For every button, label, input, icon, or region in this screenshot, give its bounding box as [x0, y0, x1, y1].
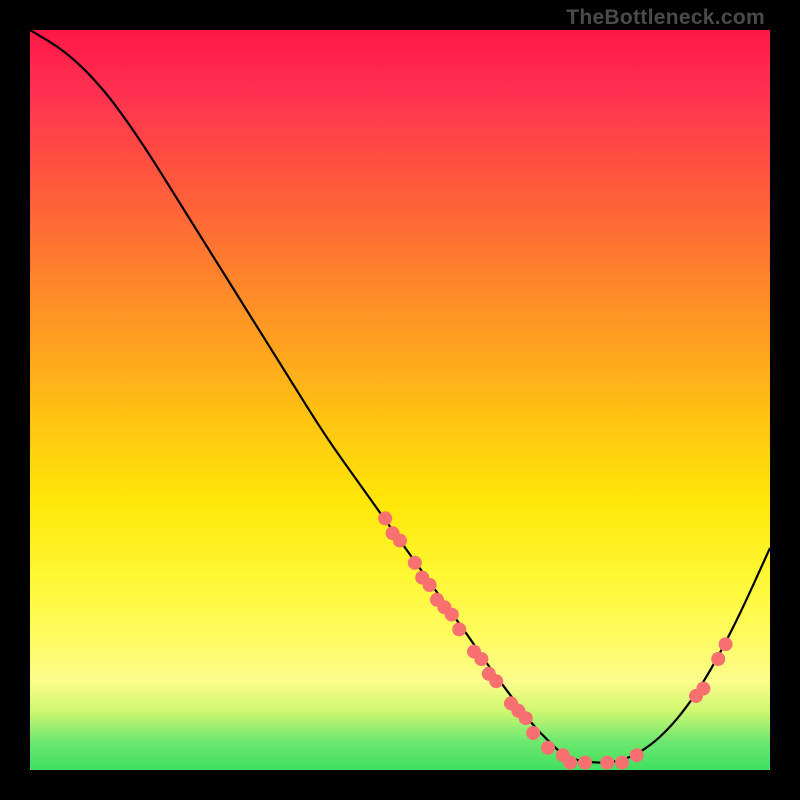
- data-point: [408, 556, 422, 570]
- watermark-text: TheBottleneck.com: [566, 6, 765, 30]
- data-point: [630, 748, 644, 762]
- data-point: [474, 652, 488, 666]
- data-point: [563, 756, 577, 770]
- data-point: [452, 622, 466, 636]
- scatter-points: [378, 511, 732, 769]
- data-point: [445, 608, 459, 622]
- data-point: [489, 674, 503, 688]
- data-point: [696, 682, 710, 696]
- data-point: [378, 511, 392, 525]
- data-point: [600, 756, 614, 770]
- data-point: [615, 756, 629, 770]
- data-point: [541, 741, 555, 755]
- data-point: [526, 726, 540, 740]
- data-point: [519, 711, 533, 725]
- bottleneck-curve-line: [30, 30, 770, 763]
- chart-container: TheBottleneck.com: [0, 0, 800, 800]
- chart-svg: [30, 30, 770, 770]
- data-point: [423, 578, 437, 592]
- data-point: [393, 534, 407, 548]
- data-point: [719, 637, 733, 651]
- data-point: [711, 652, 725, 666]
- plot-area: [30, 30, 770, 770]
- data-point: [578, 756, 592, 770]
